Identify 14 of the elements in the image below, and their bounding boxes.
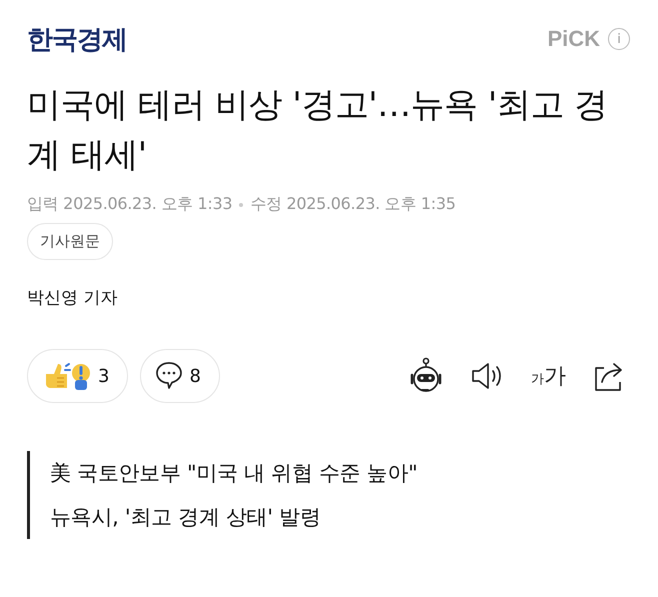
published-time: 입력 2025.06.23. 오후 1:33 — [27, 194, 232, 215]
font-size-button[interactable]: 가가 — [531, 361, 566, 391]
article-headline: 미국에 테러 비상 '경고'…뉴욕 '최고 경계 태세' — [27, 84, 609, 177]
subheadline: 美 국토안보부 "미국 내 위협 수준 높아" — [50, 460, 418, 487]
byline: 박신영 기자 — [27, 287, 118, 309]
pick-label: PiCK — [547, 26, 600, 52]
reaction-button[interactable]: 3 — [27, 349, 128, 403]
comment-button[interactable]: 8 — [140, 349, 220, 403]
speech-bubble-icon — [155, 361, 184, 391]
subheadline: 뉴욕시, '최고 경계 상태' 발령 — [50, 504, 322, 531]
original-article-button[interactable]: 기사원문 — [27, 223, 113, 260]
publisher-logo[interactable]: 한국경제 — [27, 22, 127, 56]
separator-dot — [239, 202, 244, 206]
modified-time: 수정 2025.06.23. 오후 1:35 — [250, 194, 456, 215]
